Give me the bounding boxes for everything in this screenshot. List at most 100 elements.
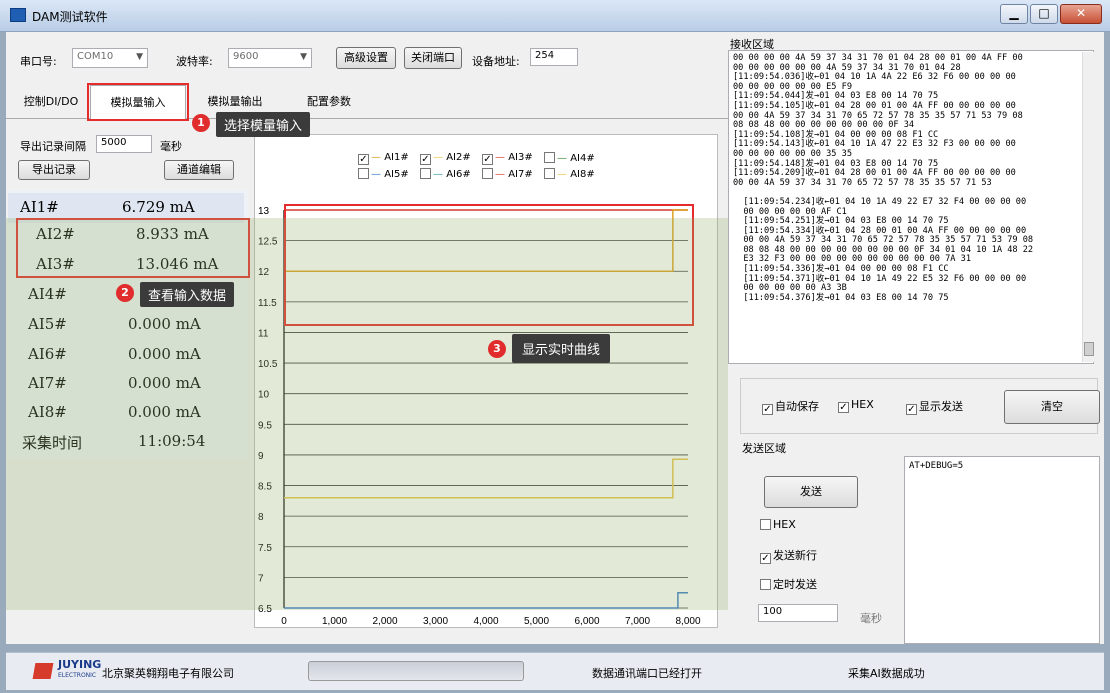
checkbox-icon: ✓ <box>358 154 369 165</box>
window-title: DAM测试软件 <box>32 10 108 24</box>
legend-swatch: — <box>557 169 571 180</box>
close-port-button[interactable]: 关闭端口 <box>404 47 462 69</box>
series-line <box>284 591 688 609</box>
checkbox-icon: ✓ <box>760 553 771 564</box>
checkbox-icon: ✓ <box>482 154 493 165</box>
export-interval-label: 导出记录间隔 <box>20 140 86 153</box>
chevron-down-icon: ▼ <box>300 52 307 62</box>
send-hex-label: HEX <box>773 518 796 531</box>
port-status-text: 数据通讯端口已经打开 <box>592 667 702 680</box>
port-select[interactable]: COM10 ▼ <box>72 48 148 68</box>
send-area-label: 发送区域 <box>742 442 786 455</box>
legend-item[interactable]: — AI7# <box>482 168 533 180</box>
legend-swatch: — <box>495 152 509 163</box>
hex-checkbox[interactable]: ✓ HEX <box>838 398 874 413</box>
reading-value: 0.000 mA <box>128 403 201 421</box>
y-tick-label: 6.5 <box>258 604 272 615</box>
x-tick-label: 4,000 <box>473 616 498 627</box>
maximize-button[interactable]: □ <box>1030 4 1058 24</box>
series-line <box>284 458 688 499</box>
tab-control-di-do[interactable]: 控制DI/DO <box>14 85 88 119</box>
legend-swatch: — <box>371 169 385 180</box>
receive-textarea[interactable]: 00 00 00 00 4A 59 37 34 31 70 01 04 28 0… <box>728 50 1094 364</box>
x-tick-label: 8,000 <box>675 616 700 627</box>
x-tick-label: 3,000 <box>423 616 448 627</box>
callout-box-readings <box>16 218 250 278</box>
checkbox-icon <box>420 168 431 179</box>
legend-item[interactable]: — AI6# <box>420 168 471 180</box>
reading-value: 6.729 mA <box>122 198 195 216</box>
minimize-button[interactable]: ▁ <box>1000 4 1028 24</box>
legend-item[interactable]: — AI8# <box>544 168 595 180</box>
send-hex-checkbox[interactable]: HEX <box>760 518 796 531</box>
checkbox-icon: ✓ <box>420 154 431 165</box>
reading-name: AI8# <box>28 403 67 421</box>
y-tick-label: 10 <box>258 390 270 401</box>
checkbox-icon: ✓ <box>838 402 849 413</box>
legend-item[interactable]: — AI4# <box>544 152 595 164</box>
callout-tip-1: 选择模量输入 <box>216 112 311 137</box>
send-textarea[interactable]: AT+DEBUG=5 <box>904 456 1100 644</box>
y-tick-label: 9 <box>258 451 264 462</box>
baud-select[interactable]: 9600 ▼ <box>228 48 312 68</box>
progress-bar <box>308 661 524 681</box>
receive-line: 00 00 4A 59 37 34 31 70 65 72 57 78 35 3… <box>733 177 992 188</box>
reading-name: AI1# <box>20 198 59 216</box>
receive-line: [11:09:54.376]发→01 04 03 E8 00 14 70 75 <box>733 292 949 303</box>
checkbox-icon <box>544 168 555 179</box>
callout-tip-2: 查看输入数据 <box>140 282 235 307</box>
y-tick-label: 11 <box>258 328 269 339</box>
reading-value: 0.000 mA <box>128 374 201 392</box>
callout-badge-1: 1 <box>192 114 210 132</box>
legend-swatch: — <box>557 153 571 164</box>
x-tick-label: 0 <box>281 616 287 627</box>
x-tick-label: 1,000 <box>322 616 347 627</box>
checkbox-icon <box>760 519 771 530</box>
legend-item[interactable]: ✓ — AI2# <box>420 152 471 165</box>
chevron-down-icon: ▼ <box>136 52 143 62</box>
clear-button[interactable]: 清空 <box>1004 390 1100 424</box>
legend-swatch: — <box>495 169 509 180</box>
y-tick-label: 12 <box>258 267 270 278</box>
y-tick-label: 8 <box>258 512 264 523</box>
legend-label: AI5# <box>384 169 409 180</box>
title-bar: DAM测试软件 ▁ □ ✕ <box>0 0 1110 32</box>
legend-item[interactable]: ✓ — AI3# <box>482 152 533 165</box>
legend-swatch: — <box>371 152 385 163</box>
timed-send-checkbox[interactable]: 定时发送 <box>760 576 817 592</box>
reading-row: AI8# 0.000 mA <box>8 398 234 428</box>
timed-interval-input[interactable]: 100 <box>758 604 838 622</box>
device-address-input[interactable]: 254 <box>530 48 578 66</box>
show-send-checkbox[interactable]: ✓ 显示发送 <box>906 398 963 415</box>
device-address-label: 设备地址: <box>472 55 520 68</box>
send-newline-checkbox[interactable]: ✓ 发送新行 <box>760 547 817 564</box>
collect-time-label: 采集时间 <box>22 434 83 452</box>
legend-item[interactable]: — AI5# <box>358 168 409 180</box>
checkbox-icon <box>760 579 771 590</box>
callout-box-tab <box>87 83 189 121</box>
legend-label: AI3# <box>508 152 533 163</box>
callout-box-chart <box>284 204 694 326</box>
send-button[interactable]: 发送 <box>764 476 858 508</box>
advanced-settings-button[interactable]: 高级设置 <box>336 47 396 69</box>
legend-item[interactable]: ✓ — AI1# <box>358 152 409 165</box>
export-records-button[interactable]: 导出记录 <box>18 160 90 180</box>
close-button[interactable]: ✕ <box>1060 4 1102 24</box>
callout-tip-3: 显示实时曲线 <box>512 334 611 363</box>
channel-edit-button[interactable]: 通道编辑 <box>164 160 234 180</box>
timed-send-label: 定时发送 <box>773 578 817 591</box>
x-tick-label: 2,000 <box>372 616 397 627</box>
port-value: COM10 <box>77 51 114 62</box>
export-interval-unit: 毫秒 <box>160 140 182 153</box>
scroll-thumb[interactable] <box>1084 342 1094 356</box>
auto-save-checkbox[interactable]: ✓ 自动保存 <box>762 398 819 415</box>
legend-label: AI8# <box>570 169 595 180</box>
receive-scrollbar[interactable] <box>1082 52 1094 362</box>
y-tick-label: 7 <box>258 573 264 584</box>
legend-label: AI4# <box>570 153 595 164</box>
baud-value: 9600 <box>233 51 259 62</box>
export-interval-input[interactable]: 5000 <box>96 135 152 153</box>
reading-name: AI7# <box>28 374 67 392</box>
y-tick-label: 9.5 <box>258 420 272 431</box>
collect-time-row: 采集时间 11:09:54 <box>8 427 234 457</box>
